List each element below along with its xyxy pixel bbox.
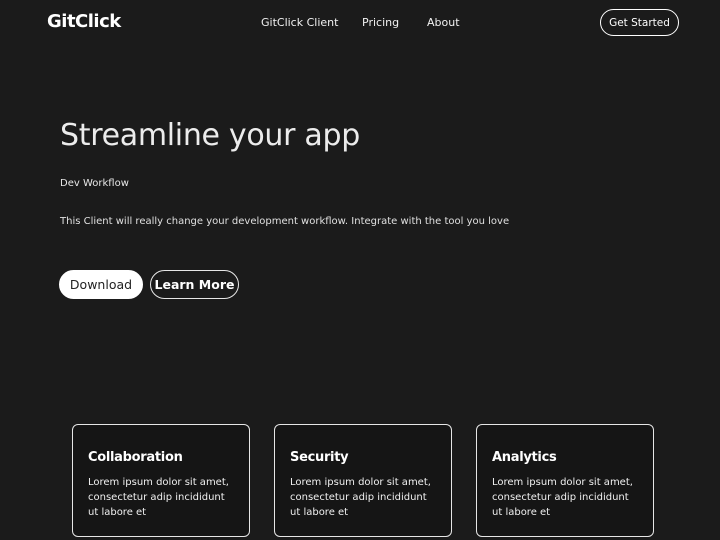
download-button[interactable]: Download <box>59 270 143 299</box>
nav-link-about[interactable]: About <box>427 16 460 29</box>
top-navbar: GitClick GitClick Client Pricing About G… <box>0 0 720 44</box>
feature-card-title: Analytics <box>492 450 557 465</box>
feature-card-title: Security <box>290 450 349 465</box>
hero-title: Streamline your app <box>60 118 360 153</box>
feature-card-text: Lorem ipsum dolor sit amet, consectetur … <box>290 477 431 518</box>
feature-card-analytics: Analytics Lorem ipsum dolor sit amet, co… <box>476 424 654 537</box>
feature-card-title: Collaboration <box>88 450 183 465</box>
get-started-button[interactable]: Get Started <box>600 9 679 36</box>
hero-subtitle: Dev Workflow <box>60 178 129 189</box>
feature-card-text: Lorem ipsum dolor sit amet, consectetur … <box>492 477 633 518</box>
feature-card-text: Lorem ipsum dolor sit amet, consectetur … <box>88 477 229 518</box>
learn-more-button[interactable]: Learn More <box>150 270 239 299</box>
hero-description: This Client will really change your deve… <box>60 216 510 227</box>
nav-link-gitclick-client[interactable]: GitClick Client <box>261 16 338 29</box>
feature-card-security: Security Lorem ipsum dolor sit amet, con… <box>274 424 452 537</box>
nav-link-pricing[interactable]: Pricing <box>362 16 399 29</box>
feature-card-collaboration: Collaboration Lorem ipsum dolor sit amet… <box>72 424 250 537</box>
